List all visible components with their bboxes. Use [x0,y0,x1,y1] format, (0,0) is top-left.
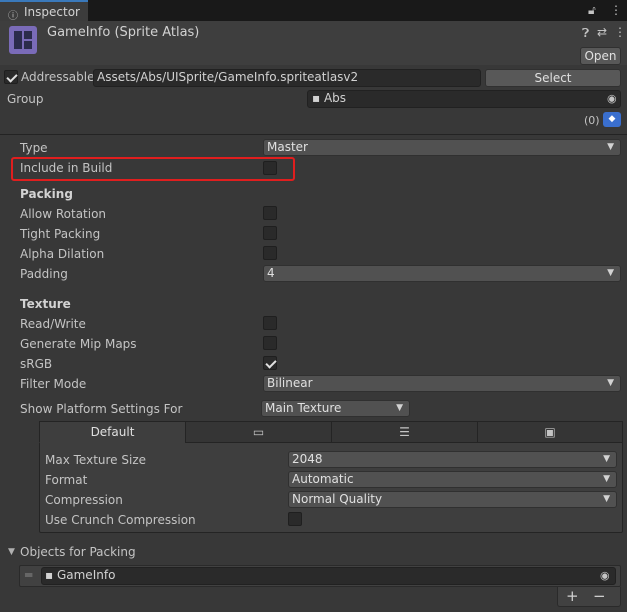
addressable-label: Addressable [21,70,95,84]
tag-icon[interactable]: ◆ [603,112,621,127]
chevron-down-icon: ▼ [603,454,610,464]
srgb-checkbox[interactable] [263,356,277,370]
platform-settings-dropdown[interactable]: Main Texture ▼ [261,400,410,417]
padding-value: 4 [267,266,275,280]
type-value: Master [267,140,308,154]
object-picker-icon[interactable]: ◉ [600,569,610,582]
generate-mipmaps-label: Generate Mip Maps [20,337,137,351]
select-button[interactable]: Select [485,69,621,87]
highlight-box [11,157,295,181]
group-field[interactable]: ▪ Abs [307,90,621,108]
tight-packing-checkbox[interactable] [263,226,277,240]
max-texture-size-dropdown[interactable]: 2048 ▼ [288,451,617,468]
chevron-down-icon: ▼ [603,494,610,504]
remove-icon[interactable]: − [593,587,606,605]
inspector-tab-bar: ⓘ Inspector 🔓︎ ⋮ [0,0,627,22]
object-picker-icon[interactable]: ◉ [607,92,617,105]
labels-count: (0) [584,114,600,127]
asset-title: GameInfo (Sprite Atlas) [47,25,200,40]
folder-icon: ▪ [312,91,321,105]
filter-mode-dropdown[interactable]: Bilinear ▼ [263,375,621,392]
crunch-compression-label: Use Crunch Compression [45,513,196,527]
read-write-label: Read/Write [20,317,86,331]
server-icon: ☰ [399,425,410,439]
packing-header: Packing [20,187,73,201]
padding-dropdown[interactable]: 4 ▼ [263,265,621,282]
compression-dropdown[interactable]: Normal Quality ▼ [288,491,617,508]
add-icon[interactable]: + [566,587,579,605]
inspector-tab-label: Inspector [24,5,80,19]
folder-icon: ▪ [45,568,54,582]
generate-mipmaps-checkbox[interactable] [263,336,277,350]
allow-rotation-checkbox[interactable] [263,206,277,220]
foldout-arrow-icon[interactable]: ▼ [8,547,15,557]
read-write-checkbox[interactable] [263,316,277,330]
monitor-icon: ▭ [252,425,265,439]
crunch-compression-checkbox[interactable] [288,512,302,526]
list-item[interactable]: ▪ GameInfo [41,567,616,585]
type-dropdown[interactable]: Master ▼ [263,139,621,156]
info-icon: ⓘ [8,11,18,22]
chevron-down-icon: ▼ [603,474,610,484]
addressable-path-field[interactable]: Assets/Abs/UISprite/GameInfo.spriteatlas… [93,69,481,87]
tight-packing-label: Tight Packing [20,227,101,241]
platform-settings-label: Show Platform Settings For [20,402,183,416]
settings-menu-icon[interactable]: ⋮ [614,25,626,39]
list-item-value: GameInfo [56,568,116,582]
sprite-atlas-icon [9,26,37,54]
separator [0,134,627,135]
alpha-dilation-label: Alpha Dilation [20,247,105,261]
format-label: Format [45,473,88,487]
format-dropdown[interactable]: Automatic ▼ [288,471,617,488]
tab-default[interactable]: Default [39,421,186,443]
filter-mode-value: Bilinear [267,376,313,390]
drag-handle-icon[interactable]: ═ [25,568,32,582]
open-button[interactable]: Open [580,47,621,65]
type-label: Type [20,141,48,155]
inspector-tab[interactable]: ⓘ Inspector [0,0,88,22]
compression-label: Compression [45,493,123,507]
format-value: Automatic [292,472,354,486]
chevron-down-icon: ▼ [607,268,614,278]
platform-settings-value: Main Texture [265,401,342,415]
filter-mode-label: Filter Mode [20,377,87,391]
tab-standalone[interactable]: ▭ [185,421,332,443]
chevron-down-icon: ▼ [396,403,403,413]
chevron-down-icon: ▼ [607,378,614,388]
tab-server[interactable]: ☰ [331,421,478,443]
group-value: Abs [323,91,347,105]
allow-rotation-label: Allow Rotation [20,207,107,221]
list-footer: + − [557,587,621,607]
preset-icon[interactable]: ⇄ [597,25,607,39]
addressable-checkbox[interactable] [4,70,18,84]
compression-value: Normal Quality [292,492,383,506]
group-label: Group [7,92,44,106]
objects-for-packing-header[interactable]: Objects for Packing [20,545,136,559]
web-icon: ▣ [544,425,556,439]
padding-label: Padding [20,267,68,281]
texture-header: Texture [20,297,71,311]
tab-webgl[interactable]: ▣ [477,421,623,443]
srgb-label: sRGB [20,357,53,371]
help-icon[interactable]: ❓︎ [582,26,589,41]
lock-icon[interactable]: 🔓︎ [588,3,596,18]
kebab-menu-icon[interactable]: ⋮ [610,3,622,17]
chevron-down-icon: ▼ [607,142,614,152]
alpha-dilation-checkbox[interactable] [263,246,277,260]
max-texture-size-value: 2048 [292,452,323,466]
max-texture-size-label: Max Texture Size [45,453,146,467]
